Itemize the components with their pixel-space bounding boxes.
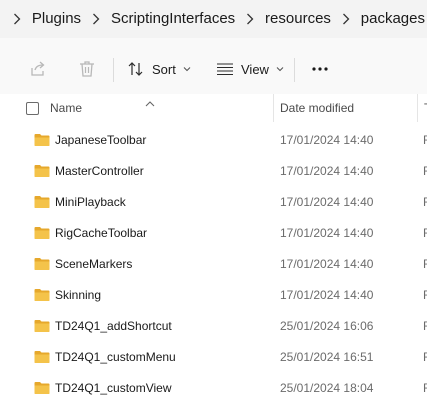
file-name: SceneMarkers — [55, 257, 133, 271]
chevron-right-icon[interactable] — [333, 0, 359, 38]
folder-icon — [34, 381, 50, 400]
view-button[interactable]: View — [216, 49, 284, 89]
folder-icon — [34, 133, 50, 152]
file-type: F — [423, 226, 427, 240]
file-name: TD24Q1_customMenu — [55, 350, 176, 364]
file-type: F — [423, 381, 427, 395]
file-row[interactable]: RigCacheToolbar 17/01/2024 14:40 F — [0, 217, 427, 248]
chevron-right-icon[interactable] — [237, 0, 263, 38]
trash-icon — [77, 59, 97, 79]
column-divider[interactable] — [273, 94, 274, 122]
file-date-modified: 17/01/2024 14:40 — [280, 288, 374, 302]
chevron-down-icon — [183, 66, 191, 72]
file-name: TD24Q1_addShortcut — [55, 319, 172, 333]
breadcrumb-item-plugins[interactable]: Plugins — [30, 0, 83, 38]
file-date-modified: 17/01/2024 14:40 — [280, 226, 374, 240]
file-date-modified: 17/01/2024 14:40 — [280, 133, 374, 147]
file-name: MasterController — [55, 164, 144, 178]
toolbar-divider — [294, 58, 295, 82]
file-type: F — [423, 288, 427, 302]
more-options-button[interactable] — [310, 49, 330, 89]
file-date-modified: 25/01/2024 16:06 — [280, 319, 374, 333]
column-header-date-modified[interactable]: Date modified — [280, 101, 354, 115]
file-name: Skinning — [55, 288, 102, 302]
sort-label: Sort — [152, 61, 176, 77]
file-row[interactable]: TD24Q1_addShortcut 25/01/2024 16:06 F — [0, 310, 427, 341]
file-type: F — [423, 164, 427, 178]
file-date-modified: 25/01/2024 18:04 — [280, 381, 374, 395]
select-all-checkbox[interactable] — [26, 102, 39, 115]
file-type: F — [423, 133, 427, 147]
column-divider[interactable] — [417, 94, 418, 122]
chevron-right-icon[interactable] — [83, 0, 109, 38]
file-type: F — [423, 195, 427, 209]
folder-icon — [34, 164, 50, 183]
file-name: MiniPlayback — [55, 195, 126, 209]
share-button[interactable] — [28, 49, 48, 89]
file-row[interactable]: TD24Q1_customMenu 25/01/2024 16:51 F — [0, 341, 427, 372]
file-type: F — [423, 319, 427, 333]
column-header-name[interactable]: Name — [50, 101, 82, 115]
share-icon — [28, 59, 48, 79]
file-row[interactable]: JapaneseToolbar 17/01/2024 14:40 F — [0, 124, 427, 155]
file-date-modified: 17/01/2024 14:40 — [280, 195, 374, 209]
breadcrumb-item-packages[interactable]: packages — [359, 0, 427, 38]
folder-icon — [34, 257, 50, 276]
file-explorer-window: Plugins ScriptingInterfaces resources pa… — [0, 0, 427, 414]
column-header: Name Date modified T — [0, 94, 427, 122]
file-row[interactable]: MasterController 17/01/2024 14:40 F — [0, 155, 427, 186]
file-row[interactable]: Skinning 17/01/2024 14:40 F — [0, 279, 427, 310]
folder-icon — [34, 226, 50, 245]
folder-icon — [34, 350, 50, 369]
folder-icon — [34, 288, 50, 307]
chevron-right-icon[interactable] — [4, 0, 30, 38]
breadcrumb-item-scripting-interfaces[interactable]: ScriptingInterfaces — [109, 0, 237, 38]
breadcrumb: Plugins ScriptingInterfaces resources pa… — [0, 0, 427, 38]
folder-icon — [34, 319, 50, 338]
command-bar: Sort View — [0, 38, 427, 100]
file-date-modified: 25/01/2024 16:51 — [280, 350, 374, 364]
view-label: View — [241, 61, 269, 77]
file-type: F — [423, 350, 427, 364]
file-date-modified: 17/01/2024 14:40 — [280, 257, 374, 271]
file-name: RigCacheToolbar — [55, 226, 148, 240]
file-date-modified: 17/01/2024 14:40 — [280, 164, 374, 178]
file-type: F — [423, 257, 427, 271]
view-icon — [216, 60, 234, 78]
folder-icon — [34, 195, 50, 214]
sort-button[interactable]: Sort — [127, 49, 191, 89]
breadcrumb-item-resources[interactable]: resources — [263, 0, 333, 38]
chevron-down-icon — [276, 66, 284, 72]
file-row[interactable]: SceneMarkers 17/01/2024 14:40 F — [0, 248, 427, 279]
file-name: TD24Q1_customView — [55, 381, 172, 395]
more-horizontal-icon — [310, 59, 330, 79]
sort-ascending-icon — [145, 94, 155, 112]
sort-icon — [127, 60, 145, 78]
toolbar-divider — [113, 58, 114, 82]
file-row[interactable]: TD24Q1_customView 25/01/2024 18:04 F — [0, 372, 427, 403]
delete-button[interactable] — [77, 49, 97, 89]
file-name: JapaneseToolbar — [55, 133, 147, 147]
file-row[interactable]: MiniPlayback 17/01/2024 14:40 F — [0, 186, 427, 217]
